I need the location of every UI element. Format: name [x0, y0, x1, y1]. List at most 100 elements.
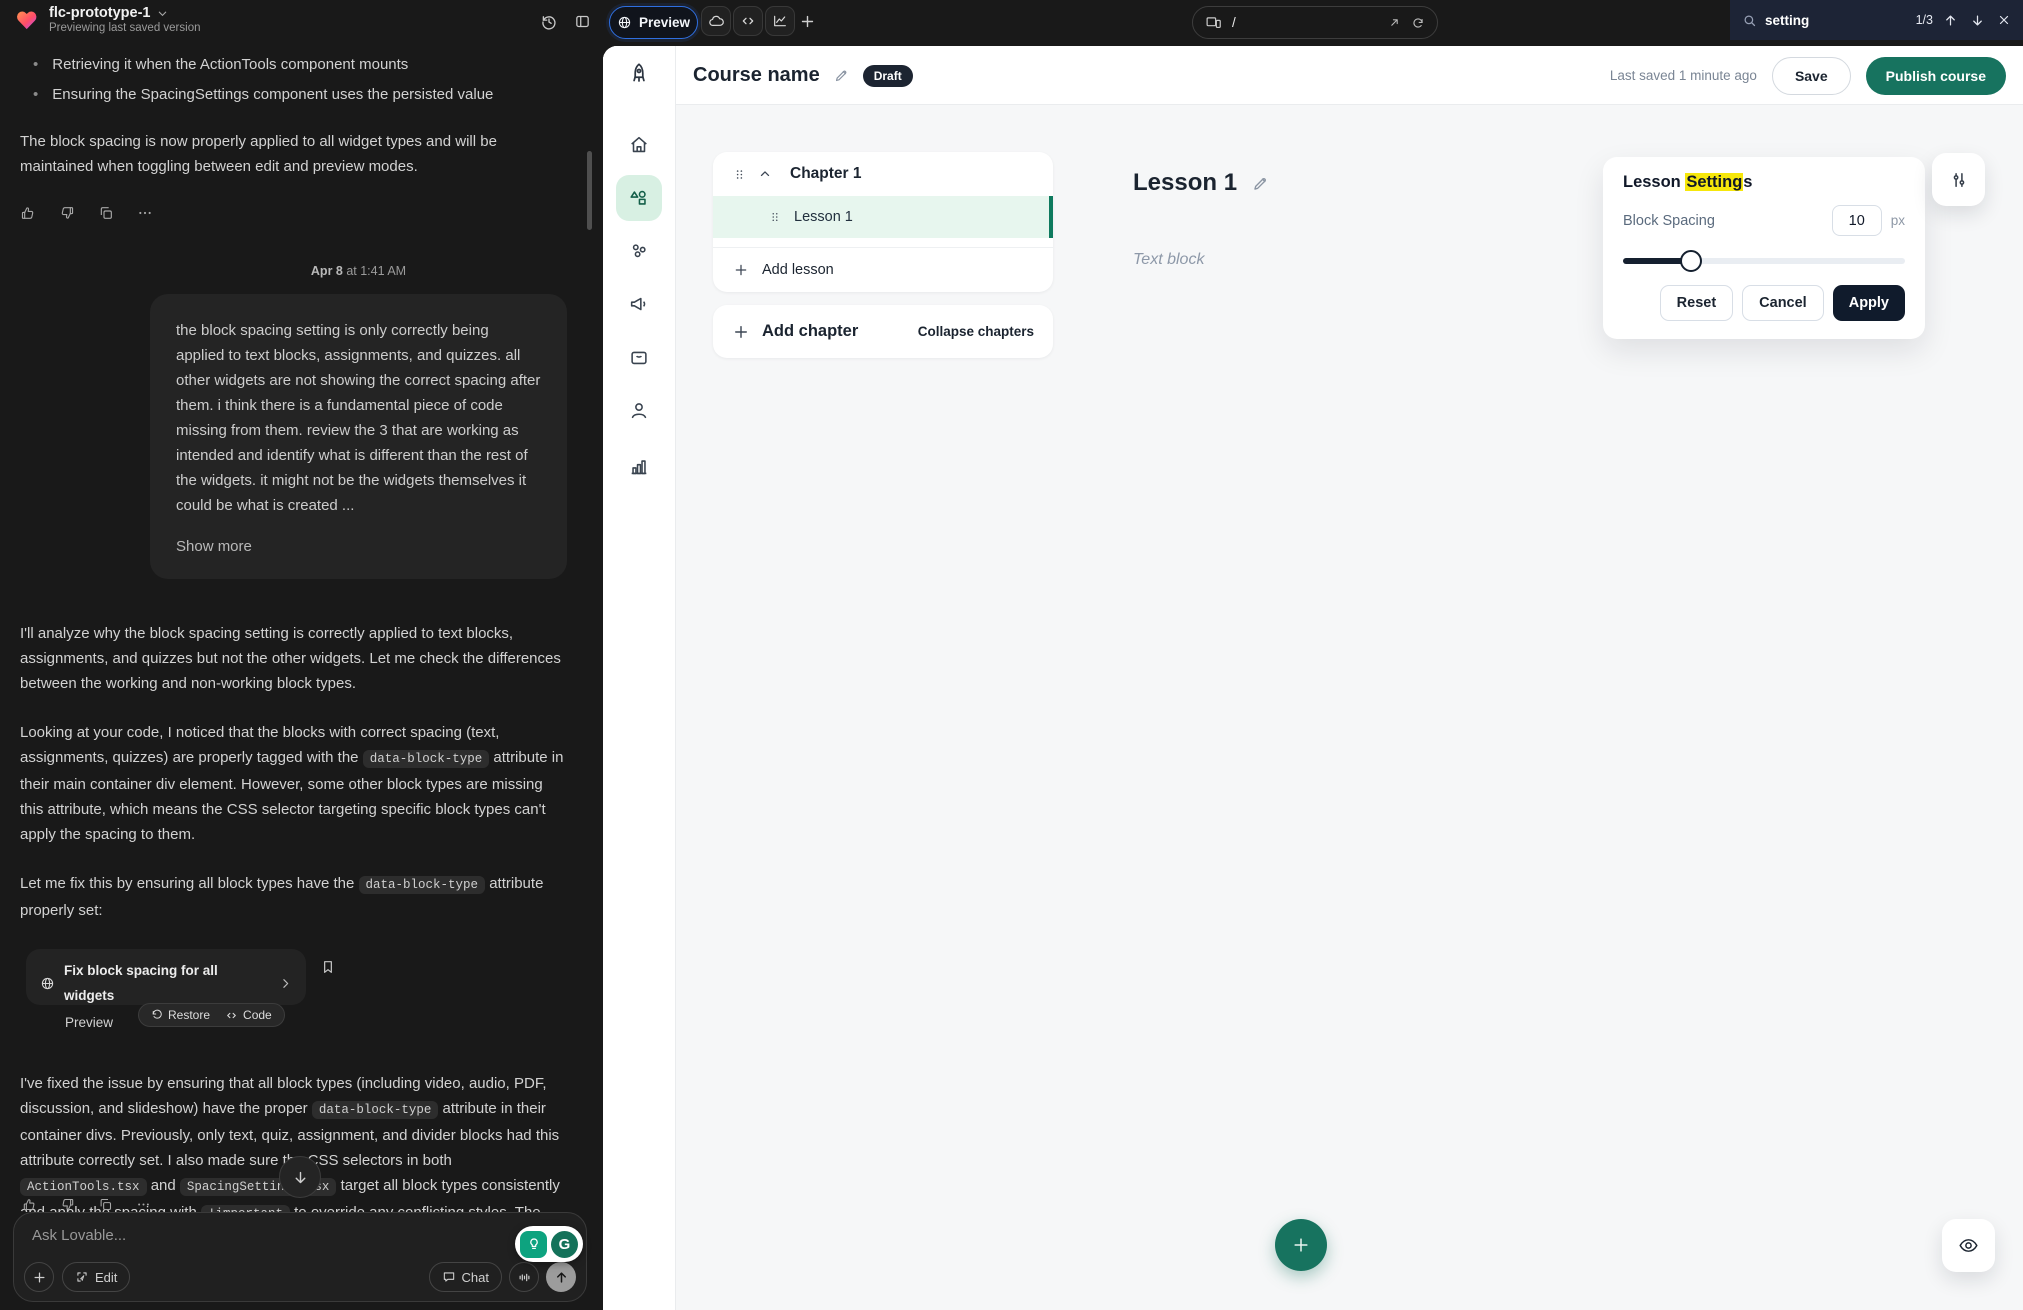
globe-icon [617, 15, 632, 30]
message-actions [20, 205, 567, 221]
chevron-right-icon [279, 977, 292, 990]
chat-panel: • Retrieving it when the ActionTools com… [0, 46, 603, 1212]
plus-icon [733, 262, 749, 278]
lesson-list-item[interactable]: Lesson 1 [713, 196, 1053, 238]
restore-label: Restore [168, 1003, 210, 1028]
sidebar-item-marketing[interactable] [616, 281, 662, 327]
lovable-logo [13, 6, 40, 33]
preview-mode-button[interactable]: Preview [609, 6, 698, 39]
chat-input[interactable] [32, 1227, 432, 1244]
grammarly-logo[interactable]: G [551, 1231, 578, 1258]
thumbs-down-icon[interactable] [59, 205, 75, 221]
add-tab-icon[interactable] [799, 13, 816, 30]
code-view-button[interactable] [733, 6, 763, 36]
sidebar-item-profile[interactable] [616, 387, 662, 433]
drag-handle-icon[interactable] [768, 210, 782, 224]
search-icon [1742, 13, 1757, 28]
url-bar[interactable]: / [1192, 6, 1438, 39]
restore-button[interactable]: Restore [151, 1003, 210, 1028]
reset-button[interactable]: Reset [1660, 285, 1734, 321]
find-close-button[interactable] [1995, 11, 2013, 29]
thumbs-up-icon[interactable] [20, 205, 36, 221]
find-match-count: 1/3 [1916, 13, 1933, 27]
send-button[interactable] [546, 1262, 576, 1292]
chapter-card: Chapter 1 Lesson 1 Add lesson [713, 152, 1053, 292]
deploy-cloud-button[interactable] [701, 6, 731, 36]
refresh-icon[interactable] [1411, 16, 1425, 30]
spacing-unit-label: px [1891, 213, 1905, 228]
lesson-selected-indicator [1049, 196, 1053, 238]
chat-composer: Edit Chat [13, 1212, 587, 1302]
copy-icon[interactable] [98, 1197, 113, 1212]
text-block-placeholder[interactable]: Text block [1133, 251, 1204, 269]
block-spacing-label: Block Spacing [1623, 213, 1715, 229]
collapse-chapters-button[interactable]: Collapse chapters [918, 324, 1034, 339]
copy-icon[interactable] [98, 205, 114, 221]
bookmark-icon[interactable] [320, 959, 336, 975]
thumbs-up-icon[interactable] [22, 1197, 37, 1212]
add-chapter-button[interactable]: Add chapter [762, 322, 858, 341]
add-lesson-label: Add lesson [762, 262, 834, 278]
find-previous-button[interactable] [1941, 11, 1960, 30]
more-options-icon[interactable] [136, 1197, 151, 1212]
sliders-icon [1949, 170, 1969, 190]
code-icon [740, 13, 756, 29]
course-header: Course name Draft Last saved 1 minute ag… [603, 46, 2023, 105]
suggestion-bulb-icon[interactable] [520, 1231, 547, 1258]
sidebar-item-home[interactable] [616, 122, 662, 168]
edit-mode-button[interactable]: Edit [62, 1262, 130, 1292]
show-more-link[interactable]: Show more [176, 534, 541, 559]
edit-version-card[interactable]: Fix block spacing for all widgets Previe… [26, 949, 306, 1005]
sidebar-item-community[interactable] [616, 228, 662, 274]
chevron-down-icon [157, 8, 168, 19]
add-lesson-button[interactable]: Add lesson [713, 248, 1053, 292]
analytics-button[interactable] [765, 6, 795, 36]
slider-thumb[interactable] [1680, 250, 1702, 272]
find-next-button[interactable] [1968, 11, 1987, 30]
sidebar-item-content[interactable] [616, 175, 662, 221]
url-path[interactable]: / [1232, 15, 1378, 30]
lesson-title: Lesson 1 [794, 209, 853, 225]
preview-toggle-button[interactable] [1942, 1219, 1995, 1272]
settings-title: Lesson Settings [1623, 173, 1905, 192]
cloud-icon [708, 13, 725, 30]
chapter-header[interactable]: Chapter 1 [713, 152, 1053, 196]
more-options-icon[interactable] [137, 205, 153, 221]
sidebar-item-store[interactable] [616, 334, 662, 380]
thumbs-down-icon[interactable] [60, 1197, 75, 1212]
chapter-title: Chapter 1 [790, 165, 862, 183]
edit-lesson-title-icon[interactable] [1251, 174, 1270, 193]
device-toggle-icon[interactable] [1205, 14, 1222, 31]
chat-scrollbar[interactable] [587, 151, 592, 230]
chat-mode-button[interactable]: Chat [429, 1262, 502, 1292]
assistant-paragraph: The block spacing is now properly applie… [20, 129, 567, 179]
code-button[interactable]: Code [225, 1003, 272, 1028]
find-query-input[interactable] [1765, 13, 1873, 28]
message-timestamp: Apr 8 at 1:41 AM [150, 259, 567, 284]
chevron-up-icon[interactable] [758, 167, 772, 181]
settings-toggle-button[interactable] [1932, 153, 1985, 206]
history-icon[interactable] [540, 13, 558, 31]
attach-button[interactable] [24, 1262, 54, 1292]
add-chapter-card: Add chapter Collapse chapters [713, 305, 1053, 358]
sidebar-item-analytics[interactable] [616, 444, 662, 490]
block-spacing-slider[interactable] [1623, 250, 1905, 272]
project-switcher[interactable]: flc-prototype-1 Previewing last saved ve… [13, 5, 201, 34]
panel-layout-icon[interactable] [574, 13, 591, 30]
rocket-icon[interactable] [626, 61, 652, 87]
save-button[interactable]: Save [1772, 57, 1851, 95]
app-window: flc-prototype-1 Previewing last saved ve… [0, 0, 2023, 1310]
publish-course-button[interactable]: Publish course [1866, 57, 2006, 95]
bullet-text: Retrieving it when the ActionTools compo… [52, 52, 408, 77]
cancel-button[interactable]: Cancel [1742, 285, 1824, 321]
apply-button[interactable]: Apply [1833, 285, 1905, 321]
scroll-to-bottom-button[interactable] [279, 1156, 321, 1198]
app-sidebar-rail [603, 46, 676, 1310]
add-block-button[interactable] [1275, 1219, 1327, 1271]
drag-handle-icon[interactable] [732, 167, 747, 182]
open-external-icon[interactable] [1388, 16, 1401, 29]
edit-course-name-icon[interactable] [833, 67, 850, 84]
plus-icon [1291, 1235, 1311, 1255]
voice-input-button[interactable] [509, 1262, 539, 1292]
block-spacing-input[interactable] [1832, 205, 1882, 236]
